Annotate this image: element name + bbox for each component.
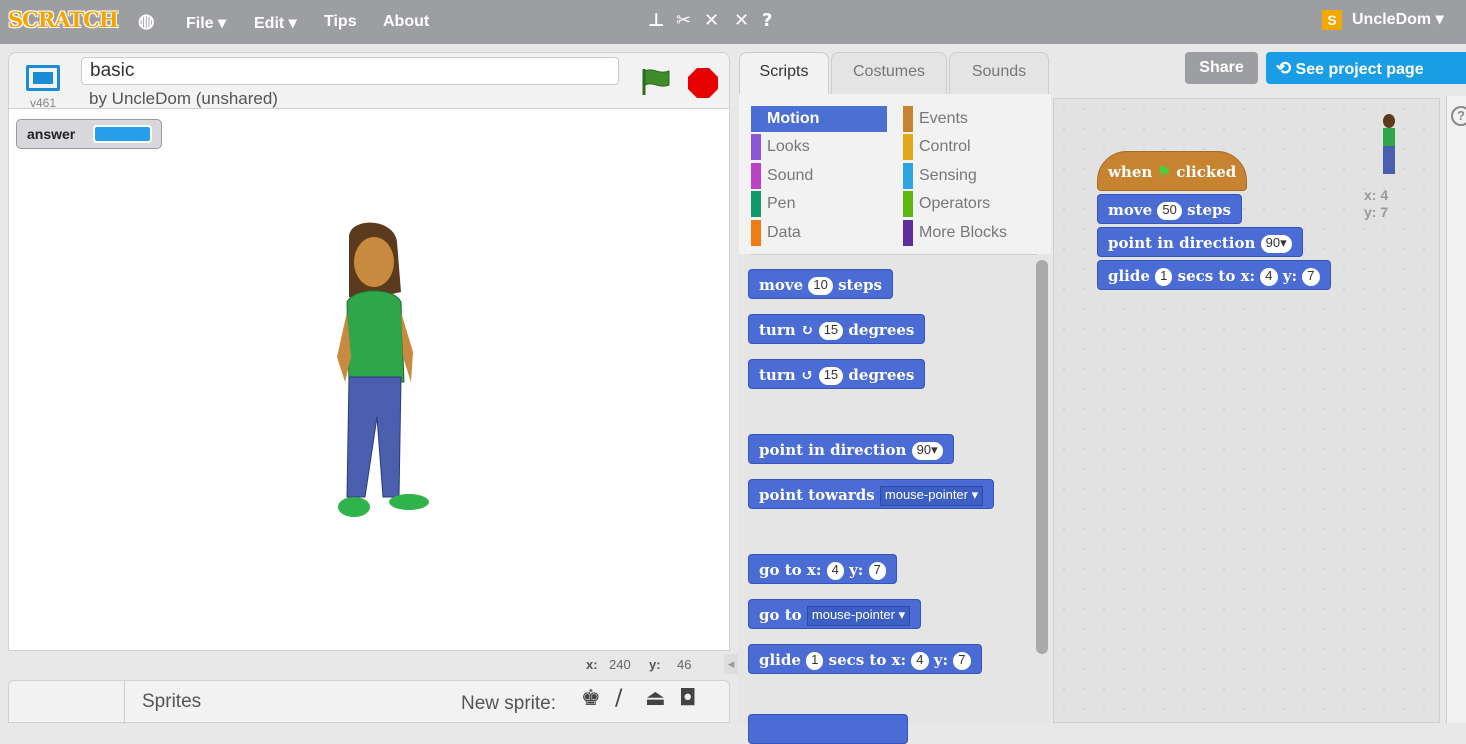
category-sensing[interactable]: Sensing <box>903 163 977 189</box>
green-flag-icon[interactable] <box>641 67 673 97</box>
turn-right-icon: ↻ <box>800 321 814 339</box>
menu-tips[interactable]: Tips <box>324 13 357 31</box>
x-label: x: <box>586 657 598 672</box>
top-menu-bar: SCRATCH ◍ File ▾ Edit ▾ Tips About ⊥ ✂ ✕… <box>0 0 1466 44</box>
project-title-input[interactable]: basic <box>81 57 619 85</box>
stage[interactable]: answer <box>8 108 730 651</box>
choose-sprite-icon[interactable]: ♚ <box>581 686 601 711</box>
mouse-x-value: 240 <box>609 657 631 672</box>
fullscreen-icon[interactable] <box>26 65 60 91</box>
y-label: y: <box>649 657 661 672</box>
category-selector: Motion Events Looks Control Sound Sensin… <box>739 94 1051 254</box>
monitor-value <box>93 125 152 143</box>
menu-about[interactable]: About <box>383 13 429 31</box>
help-icon[interactable]: ? <box>762 10 772 31</box>
sprites-pane: Sprites New sprite: ♚ / ⏏ ◘ <box>8 680 730 724</box>
scratch-logo[interactable]: SCRATCH <box>8 7 119 32</box>
refresh-icon: ⟲ <box>1276 58 1292 78</box>
delete-icon[interactable]: ✂ <box>676 10 691 31</box>
shrink-icon[interactable]: ✕ <box>734 10 749 31</box>
upload-sprite-icon[interactable]: ⏏ <box>645 686 666 711</box>
block-go-to[interactable]: go to mouse-pointer ▾ <box>748 599 922 629</box>
block-move[interactable]: move 10 steps <box>748 269 893 299</box>
block-point-direction[interactable]: point in direction 90▾ <box>748 434 954 464</box>
category-data[interactable]: Data <box>751 220 801 246</box>
user-name: UncleDom ▾ <box>1352 11 1444 28</box>
scripts-area[interactable]: when ⚑ clicked move 50 steps point in di… <box>1053 98 1440 723</box>
block-turn-left[interactable]: turn ↺ 15 degrees <box>748 359 926 389</box>
grow-icon[interactable]: ✕ <box>704 10 719 31</box>
category-motion[interactable]: Motion <box>751 106 887 132</box>
help-circle-icon[interactable]: ? <box>1451 106 1466 126</box>
sprite-girl[interactable] <box>319 217 439 527</box>
duplicate-icon[interactable]: ⊥ <box>648 10 664 31</box>
collapse-arrow-icon[interactable]: ◂ <box>724 654 738 674</box>
script-glide[interactable]: glide 1 secs to x: 4 y: 7 <box>1097 260 1331 290</box>
block-partial[interactable] <box>748 714 908 744</box>
turn-left-icon: ↺ <box>800 366 814 384</box>
tab-costumes[interactable]: Costumes <box>831 52 947 94</box>
block-glide[interactable]: glide 1 secs to x: 4 y: 7 <box>748 644 982 674</box>
block-point-towards[interactable]: point towards mouse-pointer ▾ <box>748 479 995 509</box>
sprite-thumbnail <box>1383 114 1395 174</box>
menu-file[interactable]: File ▾ <box>186 13 226 33</box>
globe-icon[interactable]: ◍ <box>138 10 155 33</box>
camera-sprite-icon[interactable]: ◘ <box>679 686 696 711</box>
category-control[interactable]: Control <box>903 134 971 160</box>
tab-sounds[interactable]: Sounds <box>949 52 1049 94</box>
sprite-x: x: 4 <box>1364 187 1389 203</box>
block-turn-right[interactable]: turn ↻ 15 degrees <box>748 314 926 344</box>
tab-scripts[interactable]: Scripts <box>739 52 829 96</box>
block-when-flag-clicked[interactable]: when ⚑ clicked <box>1097 151 1248 191</box>
script-point-direction[interactable]: point in direction 90▾ <box>1097 227 1303 257</box>
user-menu[interactable]: S UncleDom ▾ <box>1322 9 1444 30</box>
category-operators[interactable]: Operators <box>903 191 990 217</box>
category-more-blocks[interactable]: More Blocks <box>903 220 1007 246</box>
stage-footer: x: 240 y: 46 ◂ <box>8 652 738 682</box>
stop-icon[interactable] <box>687 67 719 99</box>
share-button[interactable]: Share <box>1185 52 1258 84</box>
menu-edit[interactable]: Edit ▾ <box>254 13 297 33</box>
category-looks[interactable]: Looks <box>751 134 810 160</box>
paint-sprite-icon[interactable]: / <box>615 686 622 711</box>
user-avatar-icon: S <box>1322 9 1342 30</box>
answer-monitor[interactable]: answer <box>16 119 162 149</box>
sprites-label: Sprites <box>142 691 202 712</box>
category-sound[interactable]: Sound <box>751 163 813 189</box>
monitor-label: answer <box>27 126 76 142</box>
green-flag-icon: ⚑ <box>1157 163 1171 181</box>
sprite-y: y: 7 <box>1364 204 1389 220</box>
block-go-to-xy[interactable]: go to x: 4 y: 7 <box>748 554 897 584</box>
mouse-y-value: 46 <box>677 657 692 672</box>
palette-scrollbar[interactable] <box>1036 260 1048 654</box>
see-project-label: See project page <box>1295 61 1424 78</box>
category-events[interactable]: Events <box>903 106 968 132</box>
right-panel: ? <box>1446 96 1466 723</box>
block-palette: Motion Events Looks Control Sound Sensin… <box>739 94 1051 744</box>
new-sprite-label: New sprite: <box>461 693 557 714</box>
category-pen[interactable]: Pen <box>751 191 795 217</box>
project-author: by UncleDom (unshared) <box>89 89 278 108</box>
script-move[interactable]: move 50 steps <box>1097 194 1242 224</box>
see-project-page-button[interactable]: ⟲ See project page <box>1266 52 1466 84</box>
stage-header: v461 basic by UncleDom (unshared) <box>8 52 730 110</box>
